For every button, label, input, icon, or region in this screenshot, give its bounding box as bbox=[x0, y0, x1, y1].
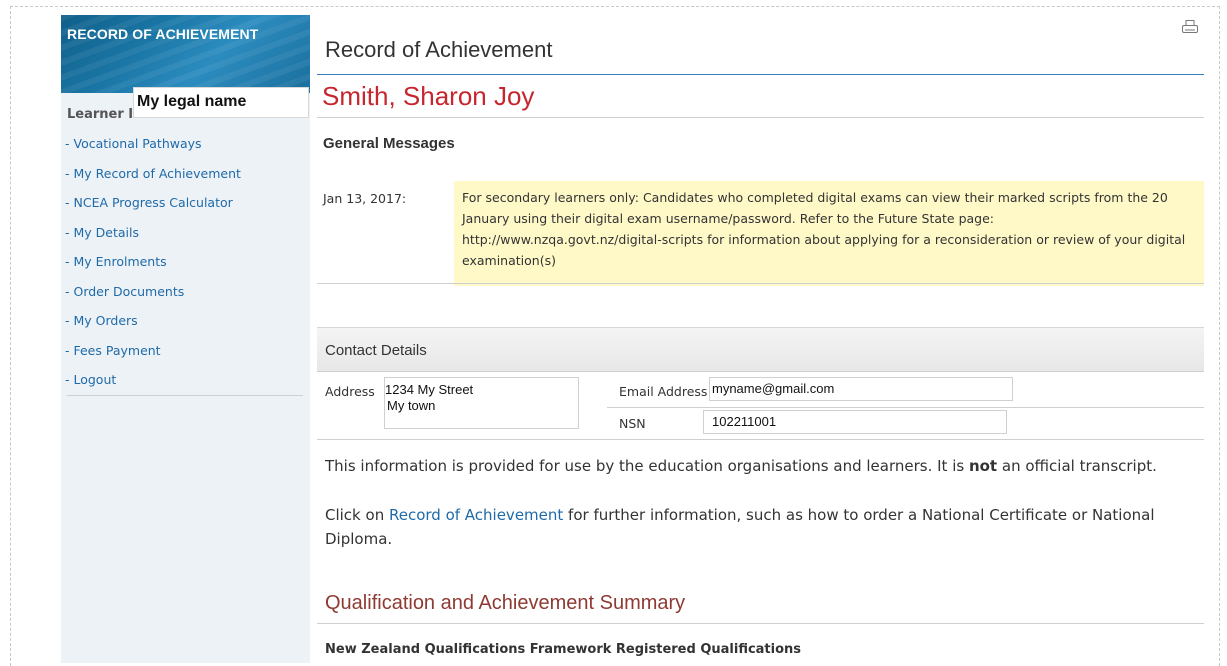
contact-details-title: Contact Details bbox=[325, 342, 427, 359]
sidebar-header-title: RECORD OF ACHIEVEMENT bbox=[67, 26, 259, 42]
page-frame-left bbox=[10, 6, 11, 666]
sidebar-divider bbox=[67, 395, 303, 396]
messages-divider bbox=[317, 283, 1204, 284]
sidebar-item-fees-payment[interactable]: - Fees Payment bbox=[65, 342, 241, 372]
learner-label: Learner I bbox=[67, 107, 134, 122]
page-frame-right bbox=[1219, 6, 1220, 666]
info-text-start: This information is provided for use by … bbox=[325, 457, 969, 475]
sidebar-item-logout[interactable]: - Logout bbox=[65, 371, 241, 401]
sidebar-item-my-record-of-achievement[interactable]: - My Record of Achievement bbox=[65, 165, 241, 195]
name-divider bbox=[317, 117, 1204, 118]
email-label: Email Address bbox=[619, 384, 708, 399]
further-info-paragraph: Click on Record of Achievement for furth… bbox=[325, 503, 1205, 551]
sidebar-nav: - Vocational Pathways - My Record of Ach… bbox=[65, 135, 241, 401]
info-text-end: an official transcript. bbox=[997, 457, 1157, 475]
info-text-emphasis: not bbox=[968, 457, 998, 475]
address-label: Address bbox=[325, 384, 375, 399]
contact-bottom-divider bbox=[317, 439, 1204, 440]
sidebar: RECORD OF ACHIEVEMENT Learner I My legal… bbox=[61, 15, 310, 663]
sidebar-item-my-details[interactable]: - My Details bbox=[65, 224, 241, 254]
sidebar-header-banner: RECORD OF ACHIEVEMENT bbox=[61, 15, 310, 93]
nsn-label: NSN bbox=[619, 416, 646, 431]
learner-name: Smith, Sharon Joy bbox=[322, 81, 535, 111]
title-divider bbox=[317, 74, 1204, 75]
general-messages-title: General Messages bbox=[323, 135, 455, 152]
message-body: For secondary learners only: Candidates … bbox=[454, 181, 1204, 286]
contact-details-header: Contact Details bbox=[317, 327, 1204, 372]
address-line1: 1234 My Street bbox=[385, 382, 474, 397]
qualification-subtitle: New Zealand Qualifications Framework Reg… bbox=[325, 642, 802, 657]
sidebar-item-ncea-progress-calculator[interactable]: - NCEA Progress Calculator bbox=[65, 194, 241, 224]
click-text-start: Click on bbox=[325, 506, 389, 524]
qualification-summary-title: Qualification and Achievement Summary bbox=[325, 592, 686, 614]
nsn-field: 102211001 bbox=[703, 410, 1007, 434]
sidebar-item-my-enrolments[interactable]: - My Enrolments bbox=[65, 253, 241, 283]
legal-name-overlay: My legal name bbox=[133, 87, 309, 118]
printer-icon[interactable] bbox=[1182, 20, 1198, 34]
nsn-divider bbox=[607, 407, 1204, 408]
sidebar-item-vocational-pathways[interactable]: - Vocational Pathways bbox=[65, 135, 241, 165]
contact-divider bbox=[317, 371, 1204, 372]
message-date: Jan 13, 2017: bbox=[323, 191, 407, 206]
page-title: Record of Achievement bbox=[325, 37, 553, 62]
email-field: myname@gmail.com bbox=[709, 377, 1013, 401]
sidebar-item-order-documents[interactable]: - Order Documents bbox=[65, 283, 241, 313]
page-frame-top bbox=[10, 6, 1220, 7]
address-field: 1234 My Street My town bbox=[384, 377, 579, 429]
address-line2: My town bbox=[387, 398, 436, 413]
record-of-achievement-link[interactable]: Record of Achievement bbox=[389, 506, 563, 524]
qualification-divider bbox=[317, 623, 1204, 624]
learner-row: Learner I My legal name bbox=[61, 87, 310, 133]
info-paragraph: This information is provided for use by … bbox=[325, 457, 1205, 475]
sidebar-item-my-orders[interactable]: - My Orders bbox=[65, 312, 241, 342]
